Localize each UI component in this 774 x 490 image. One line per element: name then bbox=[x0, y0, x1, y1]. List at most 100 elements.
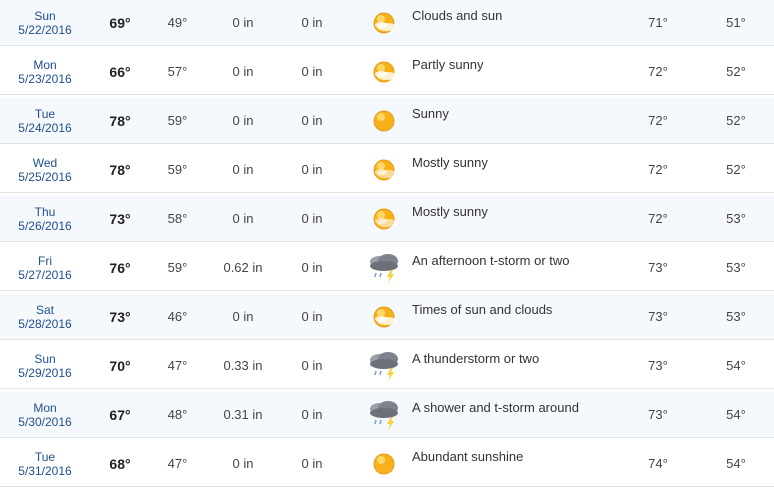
day-of-week[interactable]: Tue bbox=[35, 450, 55, 464]
date-cell[interactable]: Thu 5/26/2016 bbox=[0, 196, 90, 241]
low-temp: 47° bbox=[167, 358, 188, 373]
precipitation: 0 in bbox=[232, 15, 254, 30]
condition-description: Times of sun and clouds bbox=[412, 302, 553, 317]
date[interactable]: 5/30/2016 bbox=[18, 415, 71, 429]
normal-low: 53° bbox=[726, 309, 746, 324]
normal-low: 52° bbox=[726, 162, 746, 177]
snow: 0 in bbox=[301, 113, 323, 128]
snow: 0 in bbox=[301, 358, 323, 373]
day-of-week[interactable]: Mon bbox=[33, 401, 56, 415]
day-of-week[interactable]: Sun bbox=[34, 9, 55, 23]
date[interactable]: 5/26/2016 bbox=[18, 219, 71, 233]
precipitation: 0 in bbox=[232, 64, 254, 79]
date[interactable]: 5/24/2016 bbox=[18, 121, 71, 135]
precipitation: 0.31 in bbox=[223, 407, 263, 422]
precipitation: 0 in bbox=[232, 456, 254, 471]
high-temp: 67° bbox=[109, 406, 131, 423]
table-row: Mon 5/30/2016 67° 48° 0.31 in 0 in A shower an… bbox=[0, 392, 774, 438]
forecast-table: Sun 5/22/2016 69° 49° 0 in 0 in Clouds and sun… bbox=[0, 0, 774, 490]
date[interactable]: 5/25/2016 bbox=[18, 170, 71, 184]
low-temp: 57° bbox=[167, 64, 188, 79]
normal-low: 53° bbox=[726, 260, 746, 275]
date-cell[interactable]: Mon 5/23/2016 bbox=[0, 49, 90, 94]
date[interactable]: 5/28/2016 bbox=[18, 317, 71, 331]
low-temp: 58° bbox=[167, 211, 188, 226]
date-cell[interactable]: Wed 5/25/2016 bbox=[0, 147, 90, 192]
condition-description: Mostly sunny bbox=[412, 155, 488, 170]
low-temp: 59° bbox=[167, 260, 188, 275]
high-temp: 78° bbox=[109, 161, 131, 178]
normal-high: 73° bbox=[648, 407, 668, 422]
high-temp: 70° bbox=[109, 357, 131, 374]
date-cell[interactable]: Mon 5/30/2016 bbox=[0, 392, 90, 437]
condition-description: A shower and t-storm around bbox=[412, 400, 579, 415]
normal-low: 51° bbox=[726, 15, 746, 30]
low-temp: 46° bbox=[167, 309, 188, 324]
normal-high: 73° bbox=[648, 358, 668, 373]
normal-high: 72° bbox=[648, 211, 668, 226]
date[interactable]: 5/27/2016 bbox=[18, 268, 71, 282]
high-temp: 76° bbox=[109, 259, 131, 276]
precipitation: 0 in bbox=[232, 211, 254, 226]
high-temp: 69° bbox=[109, 14, 131, 31]
precipitation: 0 in bbox=[232, 162, 254, 177]
date-cell[interactable]: Tue 5/24/2016 bbox=[0, 98, 90, 143]
condition-description: Clouds and sun bbox=[412, 8, 503, 23]
clouds-and-sun-icon bbox=[356, 0, 412, 45]
snow: 0 in bbox=[301, 162, 323, 177]
precipitation: 0 in bbox=[232, 113, 254, 128]
date-cell[interactable]: Tue 5/31/2016 bbox=[0, 441, 90, 486]
date-cell[interactable]: Fri 5/27/2016 bbox=[0, 245, 90, 290]
normal-low: 54° bbox=[726, 358, 746, 373]
low-temp: 59° bbox=[167, 162, 188, 177]
normal-low: 52° bbox=[726, 113, 746, 128]
normal-low: 54° bbox=[726, 407, 746, 422]
normal-low: 54° bbox=[726, 456, 746, 471]
date-cell[interactable]: Sat 5/28/2016 bbox=[0, 294, 90, 339]
precipitation: 0.62 in bbox=[223, 260, 263, 275]
normal-low: 53° bbox=[726, 211, 746, 226]
table-row: Tue 5/24/2016 78° 59° 0 in 0 in Sunny 72° 52° bbox=[0, 98, 774, 144]
mostly-sunny-icon bbox=[356, 196, 412, 241]
high-temp: 68° bbox=[109, 455, 131, 472]
normal-high: 71° bbox=[648, 15, 668, 30]
table-row: Wed 5/25/2016 78° 59° 0 in 0 in Mostly sunny 72… bbox=[0, 147, 774, 193]
date[interactable]: 5/23/2016 bbox=[18, 72, 71, 86]
snow: 0 in bbox=[301, 64, 323, 79]
date[interactable]: 5/29/2016 bbox=[18, 366, 71, 380]
precipitation: 0 in bbox=[232, 309, 254, 324]
condition-description: Partly sunny bbox=[412, 57, 484, 72]
day-of-week[interactable]: Sat bbox=[36, 303, 54, 317]
date-cell[interactable]: Sun 5/29/2016 bbox=[0, 343, 90, 388]
precipitation: 0.33 in bbox=[223, 358, 263, 373]
day-of-week[interactable]: Fri bbox=[38, 254, 52, 268]
snow: 0 in bbox=[301, 260, 323, 275]
sun-and-clouds-icon bbox=[356, 294, 412, 339]
normal-low: 52° bbox=[726, 64, 746, 79]
date[interactable]: 5/22/2016 bbox=[18, 23, 71, 37]
snow: 0 in bbox=[301, 309, 323, 324]
condition-description: Sunny bbox=[412, 106, 449, 121]
high-temp: 73° bbox=[109, 308, 131, 325]
high-temp: 78° bbox=[109, 112, 131, 129]
date[interactable]: 5/31/2016 bbox=[18, 464, 71, 478]
normal-high: 73° bbox=[648, 260, 668, 275]
normal-high: 72° bbox=[648, 64, 668, 79]
date-cell[interactable]: Sun 5/22/2016 bbox=[0, 0, 90, 45]
partly-sunny-icon bbox=[356, 49, 412, 94]
condition-description: A thunderstorm or two bbox=[412, 351, 540, 366]
day-of-week[interactable]: Tue bbox=[35, 107, 55, 121]
day-of-week[interactable]: Wed bbox=[33, 156, 57, 170]
snow: 0 in bbox=[301, 211, 323, 226]
day-of-week[interactable]: Mon bbox=[33, 58, 56, 72]
high-temp: 73° bbox=[109, 210, 131, 227]
condition-description: Abundant sunshine bbox=[412, 449, 524, 464]
table-row: Mon 5/23/2016 66° 57° 0 in 0 in Partly sunny 72… bbox=[0, 49, 774, 95]
high-temp: 66° bbox=[109, 63, 131, 80]
day-of-week[interactable]: Thu bbox=[35, 205, 56, 219]
low-temp: 59° bbox=[167, 113, 188, 128]
day-of-week[interactable]: Sun bbox=[34, 352, 55, 366]
sunny-icon bbox=[356, 441, 412, 486]
thunderstorm-icon bbox=[356, 343, 412, 388]
normal-high: 72° bbox=[648, 162, 668, 177]
